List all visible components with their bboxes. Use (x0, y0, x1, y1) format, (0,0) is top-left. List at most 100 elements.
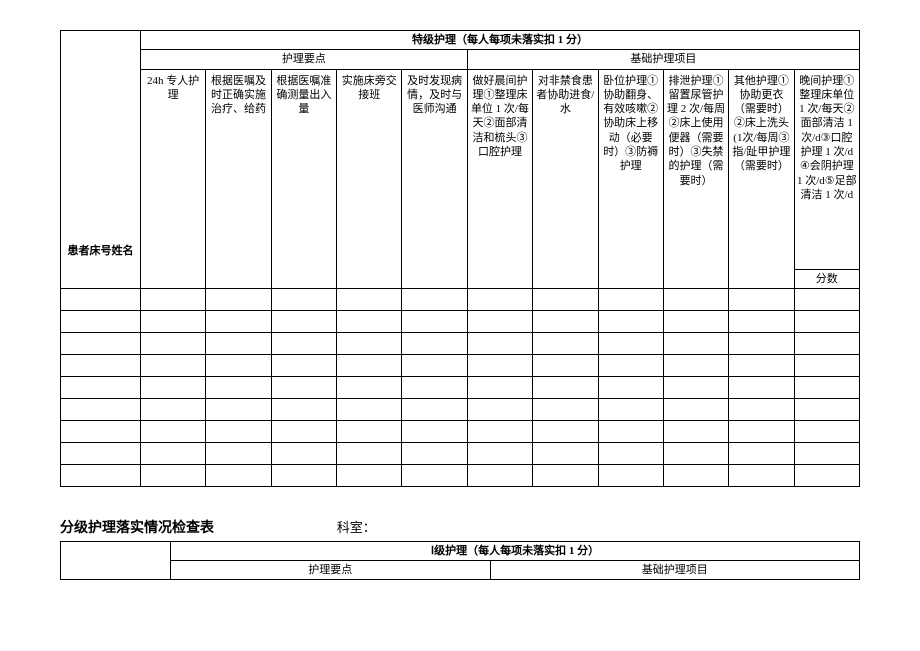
data-cell (141, 310, 206, 332)
nursing-checklist-table-2: Ⅰ级护理（每人每项未落实扣 1 分） 护理要点 基础护理项目 (60, 541, 860, 581)
data-cell (533, 420, 598, 442)
data-cell (598, 288, 663, 310)
data-cell (337, 398, 402, 420)
data-cell (61, 442, 141, 464)
data-cell (271, 310, 336, 332)
data-cell (141, 332, 206, 354)
data-cell (467, 442, 532, 464)
nursing-checklist-table-1: 患者床号姓名 特级护理（每人每项未落实扣 1 分） 护理要点 基础护理项目 24… (60, 30, 860, 487)
data-cell (206, 464, 271, 486)
table-row (61, 420, 860, 442)
data-cell (271, 354, 336, 376)
data-cell (271, 376, 336, 398)
data-cell (794, 354, 859, 376)
data-cell (663, 464, 728, 486)
data-cell (206, 354, 271, 376)
data-cell (467, 398, 532, 420)
dept-label: 科室： (337, 517, 376, 536)
score-label: 分数 (794, 269, 859, 288)
data-cell (598, 398, 663, 420)
data-cell (61, 398, 141, 420)
data-cell (271, 398, 336, 420)
data-cell (402, 376, 467, 398)
data-cell (271, 288, 336, 310)
col-header: 24h 专人护理 (141, 69, 206, 288)
data-cell (794, 464, 859, 486)
data-cell (729, 376, 794, 398)
data-cell (729, 464, 794, 486)
section-2: 分级护理落实情况检查表 科室： Ⅰ级护理（每人每项未落实扣 1 分） 护理要点 … (60, 517, 860, 581)
col-header: 实施床旁交接班 (337, 69, 402, 288)
data-cell (141, 398, 206, 420)
data-cell (533, 398, 598, 420)
col-header: 卧位护理①协助翻身、有效咳嗽②协助床上移动（必要时）③防褥护理 (598, 69, 663, 288)
data-cell (337, 464, 402, 486)
group-header-row: 护理要点 基础护理项目 (61, 50, 860, 69)
data-cell (206, 442, 271, 464)
data-cell (141, 288, 206, 310)
col-header: 根据医嘱及时正确实施治疗、给药 (206, 69, 271, 288)
data-cell (598, 420, 663, 442)
data-cell (141, 420, 206, 442)
data-cell (729, 354, 794, 376)
data-cell (729, 310, 794, 332)
data-cell (402, 442, 467, 464)
group-header-right: 基础护理项目 (467, 50, 859, 69)
group-header-left-2: 护理要点 (171, 561, 491, 580)
column-detail-row: 24h 专人护理 根据医嘱及时正确实施治疗、给药 根据医嘱准确测量出入量 实施床… (61, 69, 860, 269)
data-cell (729, 398, 794, 420)
data-cell (598, 376, 663, 398)
main-header-row: 患者床号姓名 特级护理（每人每项未落实扣 1 分） (61, 31, 860, 50)
data-cell (271, 332, 336, 354)
data-cell (206, 376, 271, 398)
data-cell (206, 288, 271, 310)
data-cell (794, 376, 859, 398)
data-cell (402, 420, 467, 442)
col-header: 晚间护理①整理床单位 1 次/每天②面部清洁 1 次/d③口腔护理 1 次/d④… (794, 69, 859, 269)
data-cell (729, 420, 794, 442)
data-cell (271, 464, 336, 486)
data-cell (61, 332, 141, 354)
data-cell (337, 442, 402, 464)
group-header-right-2: 基础护理项目 (490, 561, 859, 580)
table-row (61, 332, 860, 354)
data-cell (663, 376, 728, 398)
data-cell (467, 354, 532, 376)
table-row (61, 398, 860, 420)
data-cell (794, 310, 859, 332)
data-cell (337, 376, 402, 398)
data-cell (402, 354, 467, 376)
data-cell (141, 354, 206, 376)
data-cell (402, 332, 467, 354)
table-row (61, 376, 860, 398)
col-header: 对非禁食患者协助进食/水 (533, 69, 598, 288)
group-header-left: 护理要点 (141, 50, 468, 69)
data-cell (598, 332, 663, 354)
data-cell (533, 354, 598, 376)
data-cell (61, 464, 141, 486)
col-header: 排泄护理①留置尿管护理 2 次/每周②床上使用便器（需要时）③失禁的护理（需要时… (663, 69, 728, 288)
main-header-2: Ⅰ级护理（每人每项未落实扣 1 分） (171, 541, 860, 560)
data-cell (598, 464, 663, 486)
data-cell (598, 354, 663, 376)
main-header-row-2: Ⅰ级护理（每人每项未落实扣 1 分） (61, 541, 860, 560)
col-header: 其他护理①协助更衣（需要时）②床上洗头(1次/每周③指/趾甲护理（需要时） (729, 69, 794, 288)
data-cell (663, 332, 728, 354)
table-row (61, 354, 860, 376)
data-cell (598, 310, 663, 332)
table-row (61, 288, 860, 310)
data-cell (61, 310, 141, 332)
data-cell (141, 442, 206, 464)
data-cell (61, 288, 141, 310)
group-header-row-2: 护理要点 基础护理项目 (61, 561, 860, 580)
col-header: 做好晨间护理①整理床单位 1 次/每天②面部清洁和梳头③口腔护理 (467, 69, 532, 288)
data-cell (467, 464, 532, 486)
data-cell (663, 398, 728, 420)
data-cell (61, 354, 141, 376)
data-cell (729, 442, 794, 464)
data-cell (663, 288, 728, 310)
data-cell (663, 420, 728, 442)
data-cell (206, 332, 271, 354)
data-cell (729, 332, 794, 354)
data-cell (663, 442, 728, 464)
